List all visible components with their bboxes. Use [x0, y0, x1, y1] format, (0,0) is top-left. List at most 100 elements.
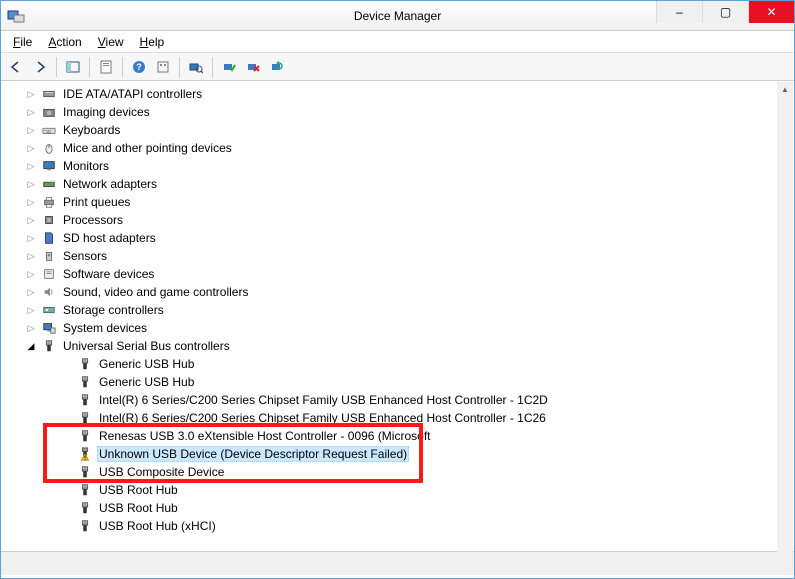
enable-device-button[interactable] — [218, 56, 240, 78]
spacer — [61, 484, 73, 496]
minimize-button[interactable]: – — [656, 1, 702, 23]
usb-icon — [77, 428, 93, 444]
tree-device-item[interactable]: USB Composite Device — [3, 463, 792, 481]
show-hide-console-button[interactable] — [62, 56, 84, 78]
tree-device-item[interactable]: USB Root Hub — [3, 499, 792, 517]
scroll-up-icon[interactable]: ▲ — [779, 83, 791, 95]
uninstall-device-button[interactable] — [242, 56, 264, 78]
network-icon — [41, 176, 57, 192]
storage-icon — [41, 302, 57, 318]
statusbar — [1, 551, 794, 575]
menubar: File Action View Help — [1, 31, 794, 53]
device-label: USB Composite Device — [97, 465, 226, 479]
device-label: Generic USB Hub — [97, 357, 196, 371]
menu-action[interactable]: Action — [40, 33, 89, 51]
tree-device-item[interactable]: USB Root Hub — [3, 481, 792, 499]
expand-icon[interactable]: ▷ — [25, 268, 37, 280]
tree-device-item[interactable]: Intel(R) 6 Series/C200 Series Chipset Fa… — [3, 409, 792, 427]
usb-warn-icon — [77, 446, 93, 462]
expand-icon[interactable]: ▷ — [25, 106, 37, 118]
tree-category-sdhost[interactable]: ▷ SD host adapters — [3, 229, 792, 247]
expand-icon[interactable]: ▷ — [25, 124, 37, 136]
tree-category-printq[interactable]: ▷ Print queues — [3, 193, 792, 211]
spacer — [61, 376, 73, 388]
expand-icon[interactable]: ▷ — [25, 250, 37, 262]
tree-category-ide[interactable]: ▷ IDE ATA/ATAPI controllers — [3, 85, 792, 103]
tree-category-monitors[interactable]: ▷ Monitors — [3, 157, 792, 175]
expand-icon[interactable]: ▷ — [25, 214, 37, 226]
update-driver-button[interactable] — [266, 56, 288, 78]
menu-file[interactable]: File — [5, 33, 40, 51]
tree-category-network[interactable]: ▷ Network adapters — [3, 175, 792, 193]
expand-icon[interactable]: ▷ — [25, 178, 37, 190]
usb-icon — [77, 410, 93, 426]
tree-category-keyboards[interactable]: ▷ Keyboards — [3, 121, 792, 139]
spacer — [61, 520, 73, 532]
tree-category-mice[interactable]: ▷ Mice and other pointing devices — [3, 139, 792, 157]
spacer — [61, 430, 73, 442]
sensor-icon — [41, 248, 57, 264]
cpu-icon — [41, 212, 57, 228]
tree-device-item[interactable]: Renesas USB 3.0 eXtensible Host Controll… — [3, 427, 792, 445]
sd-icon — [41, 230, 57, 246]
device-label: Intel(R) 6 Series/C200 Series Chipset Fa… — [97, 393, 550, 407]
usb-icon — [77, 500, 93, 516]
collapse-icon[interactable]: ◢ — [25, 340, 37, 352]
menu-view[interactable]: View — [90, 33, 132, 51]
action-button[interactable] — [152, 56, 174, 78]
expand-icon[interactable]: ▷ — [25, 142, 37, 154]
keyboard-icon — [41, 122, 57, 138]
tree-category-imaging[interactable]: ▷ Imaging devices — [3, 103, 792, 121]
tree-category-sound[interactable]: ▷ Sound, video and game controllers — [3, 283, 792, 301]
device-label: Intel(R) 6 Series/C200 Series Chipset Fa… — [97, 411, 548, 425]
maximize-button[interactable]: ▢ — [702, 1, 748, 23]
spacer — [61, 466, 73, 478]
device-label: USB Root Hub — [97, 483, 180, 497]
usb-icon — [77, 518, 93, 534]
menu-help[interactable]: Help — [132, 33, 173, 51]
tree-category-sensors[interactable]: ▷ Sensors — [3, 247, 792, 265]
expand-icon[interactable]: ▷ — [25, 304, 37, 316]
window-controls: – ▢ ✕ — [656, 1, 794, 23]
expand-icon[interactable]: ▷ — [25, 160, 37, 172]
expand-icon[interactable]: ▷ — [25, 322, 37, 334]
back-button[interactable] — [5, 56, 27, 78]
tree-category-processors[interactable]: ▷ Processors — [3, 211, 792, 229]
tree-device-item[interactable]: Generic USB Hub — [3, 373, 792, 391]
category-label: Network adapters — [61, 177, 159, 191]
tree-device-item[interactable]: Generic USB Hub — [3, 355, 792, 373]
expand-icon[interactable]: ▷ — [25, 196, 37, 208]
properties-button[interactable] — [95, 56, 117, 78]
spacer — [61, 412, 73, 424]
vertical-scrollbar[interactable]: ▲ — [777, 82, 793, 552]
category-label: Software devices — [61, 267, 156, 281]
expand-icon[interactable]: ▷ — [25, 88, 37, 100]
expand-icon[interactable]: ▷ — [25, 232, 37, 244]
tree-device-item[interactable]: Unknown USB Device (Device Descriptor Re… — [3, 445, 792, 463]
close-button[interactable]: ✕ — [748, 1, 794, 23]
category-label: Print queues — [61, 195, 132, 209]
forward-button[interactable] — [29, 56, 51, 78]
scan-hardware-button[interactable] — [185, 56, 207, 78]
sound-icon — [41, 284, 57, 300]
usb-icon — [41, 338, 57, 354]
tree-category-storage[interactable]: ▷ Storage controllers — [3, 301, 792, 319]
tree-category-system[interactable]: ▷ System devices — [3, 319, 792, 337]
device-label: Renesas USB 3.0 eXtensible Host Controll… — [97, 429, 432, 443]
tree-device-item[interactable]: Intel(R) 6 Series/C200 Series Chipset Fa… — [3, 391, 792, 409]
category-label: Sensors — [61, 249, 109, 263]
tree-device-item[interactable]: USB Root Hub (xHCI) — [3, 517, 792, 535]
usb-icon — [77, 374, 93, 390]
category-label: Monitors — [61, 159, 111, 173]
tree-category-software[interactable]: ▷ Software devices — [3, 265, 792, 283]
device-tree[interactable]: ▷ IDE ATA/ATAPI controllers ▷ Imaging de… — [1, 81, 794, 551]
device-label: Generic USB Hub — [97, 375, 196, 389]
separator — [122, 57, 123, 77]
usb-icon — [77, 356, 93, 372]
titlebar: Device Manager – ▢ ✕ — [1, 1, 794, 31]
category-label: System devices — [61, 321, 149, 335]
svg-text:?: ? — [136, 62, 142, 72]
tree-category-usb[interactable]: ◢ Universal Serial Bus controllers — [3, 337, 792, 355]
help-button[interactable]: ? — [128, 56, 150, 78]
expand-icon[interactable]: ▷ — [25, 286, 37, 298]
